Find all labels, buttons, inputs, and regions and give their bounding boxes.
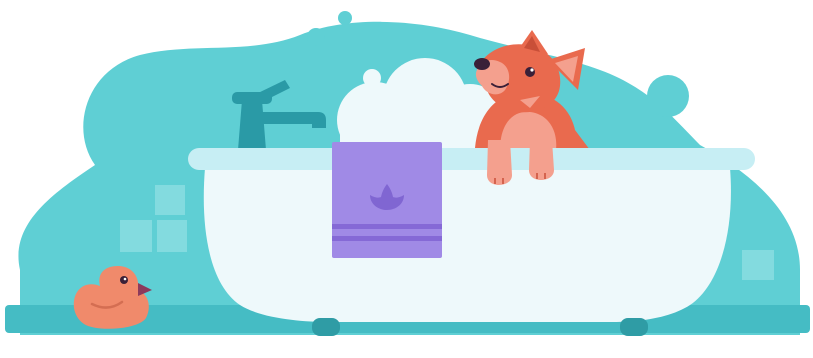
wall-tile-icon bbox=[157, 220, 187, 252]
wall-tile-icon bbox=[742, 250, 774, 280]
bathtub-foot bbox=[620, 318, 648, 336]
bubble-icon bbox=[307, 28, 325, 46]
wall-tile-icon bbox=[155, 185, 185, 215]
bathtub-foot bbox=[312, 318, 340, 336]
bathtub-rim bbox=[188, 148, 755, 170]
wall-tile-icon bbox=[120, 220, 152, 252]
bath-illustration-svg bbox=[5, 11, 810, 336]
bubble-icon bbox=[647, 75, 689, 117]
bath-illustration bbox=[0, 0, 813, 358]
bathtub-icon bbox=[203, 168, 731, 322]
towel-icon bbox=[332, 142, 442, 258]
bubble-icon bbox=[338, 11, 352, 25]
